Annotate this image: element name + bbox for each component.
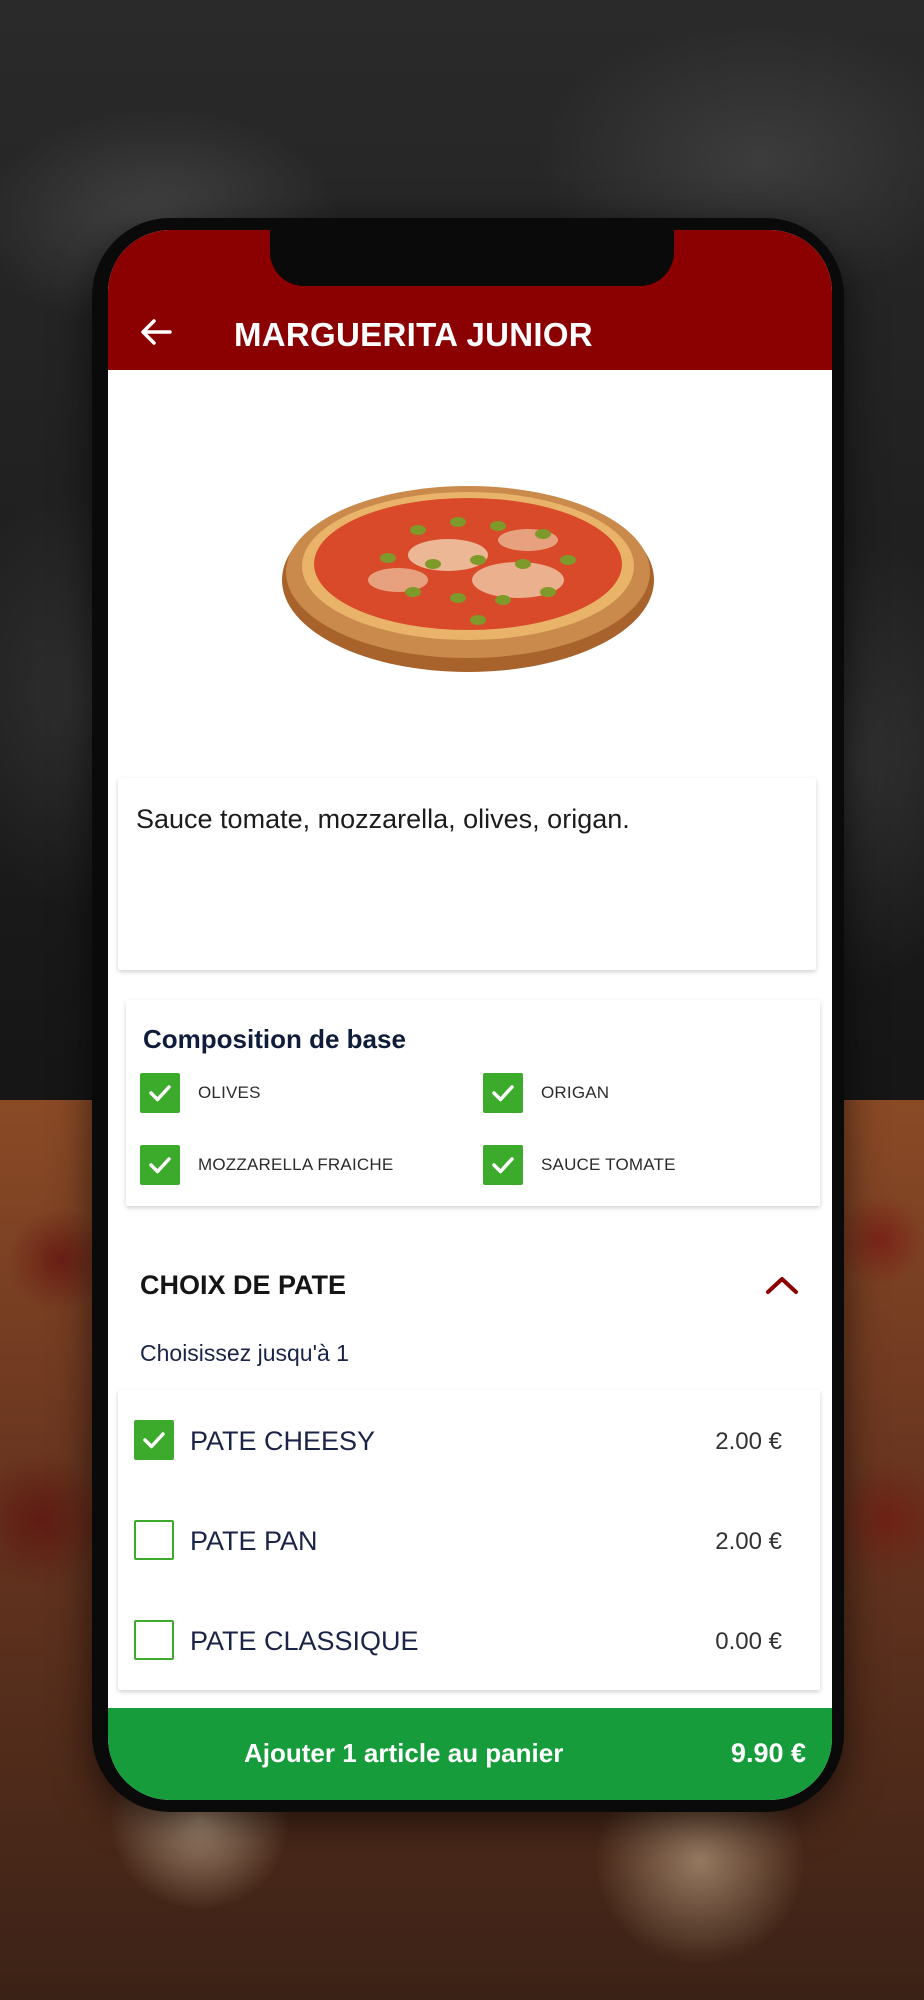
dough-choice-subtitle: Choisissez jusqu'à 1: [140, 1340, 349, 1366]
add-to-cart-button[interactable]: Ajouter 1 article au panier 9.90 €: [108, 1708, 832, 1800]
option-pate-cheesy[interactable]: PATE CHEESY 2.00 €: [118, 1390, 820, 1490]
page-title: MARGUERITA JUNIOR: [234, 316, 593, 353]
option-pate-pan[interactable]: PATE PAN 2.00 €: [118, 1490, 820, 1590]
option-label: PATE CHEESY: [190, 1426, 376, 1456]
option-price: 0.00 €: [715, 1628, 782, 1655]
description-card: Sauce tomate, mozzarella, olives, origan…: [118, 778, 816, 970]
composition-title: Composition de base: [143, 1024, 406, 1054]
checkbox-unchecked-icon[interactable]: [134, 1620, 174, 1660]
dough-options-card: PATE CHEESY 2.00 € PATE PAN 2.00 € PATE …: [118, 1390, 820, 1690]
pizza-image: [282, 486, 654, 672]
option-label: PATE CLASSIQUE: [190, 1626, 419, 1656]
option-label: PATE PAN: [190, 1526, 318, 1556]
option-pate-classique[interactable]: PATE CLASSIQUE 0.00 €: [118, 1590, 820, 1690]
checkbox-checked-icon[interactable]: [140, 1073, 180, 1113]
checkbox-checked-icon[interactable]: [483, 1145, 523, 1185]
option-price: 2.00 €: [715, 1428, 782, 1455]
dough-choice-title: CHOIX DE PATE: [140, 1270, 347, 1300]
phone-notch: [270, 230, 674, 286]
checkbox-unchecked-icon[interactable]: [134, 1520, 174, 1560]
product-description: Sauce tomate, mozzarella, olives, origan…: [136, 804, 630, 834]
composition-item-origan[interactable]: ORIGAN: [483, 1072, 609, 1114]
checkbox-checked-icon[interactable]: [140, 1145, 180, 1185]
composition-item-label: OLIVES: [198, 1083, 261, 1102]
composition-item-label: SAUCE TOMATE: [541, 1155, 676, 1174]
base-composition-card: Composition de base OLIVES ORIGAN MOZZAR…: [126, 1000, 820, 1206]
composition-item-label: MOZZARELLA FRAICHE: [198, 1155, 394, 1174]
back-arrow-icon[interactable]: [136, 312, 176, 352]
composition-item-olives[interactable]: OLIVES: [140, 1072, 261, 1114]
checkbox-checked-icon[interactable]: [134, 1420, 174, 1460]
cart-total-price: 9.90 €: [730, 1738, 806, 1768]
checkbox-checked-icon[interactable]: [483, 1073, 523, 1113]
add-to-cart-label: Ajouter 1 article au panier: [244, 1738, 564, 1768]
composition-item-label: ORIGAN: [541, 1083, 610, 1102]
option-price: 2.00 €: [715, 1528, 782, 1555]
chevron-up-icon[interactable]: [762, 1266, 802, 1306]
app-screen: MARGUERITA JUNIOR Sauce tomate, mozzarel…: [108, 230, 832, 1800]
composition-item-mozzarella[interactable]: MOZZARELLA FRAICHE: [140, 1144, 393, 1186]
composition-item-sauce-tomate[interactable]: SAUCE TOMATE: [483, 1144, 676, 1186]
